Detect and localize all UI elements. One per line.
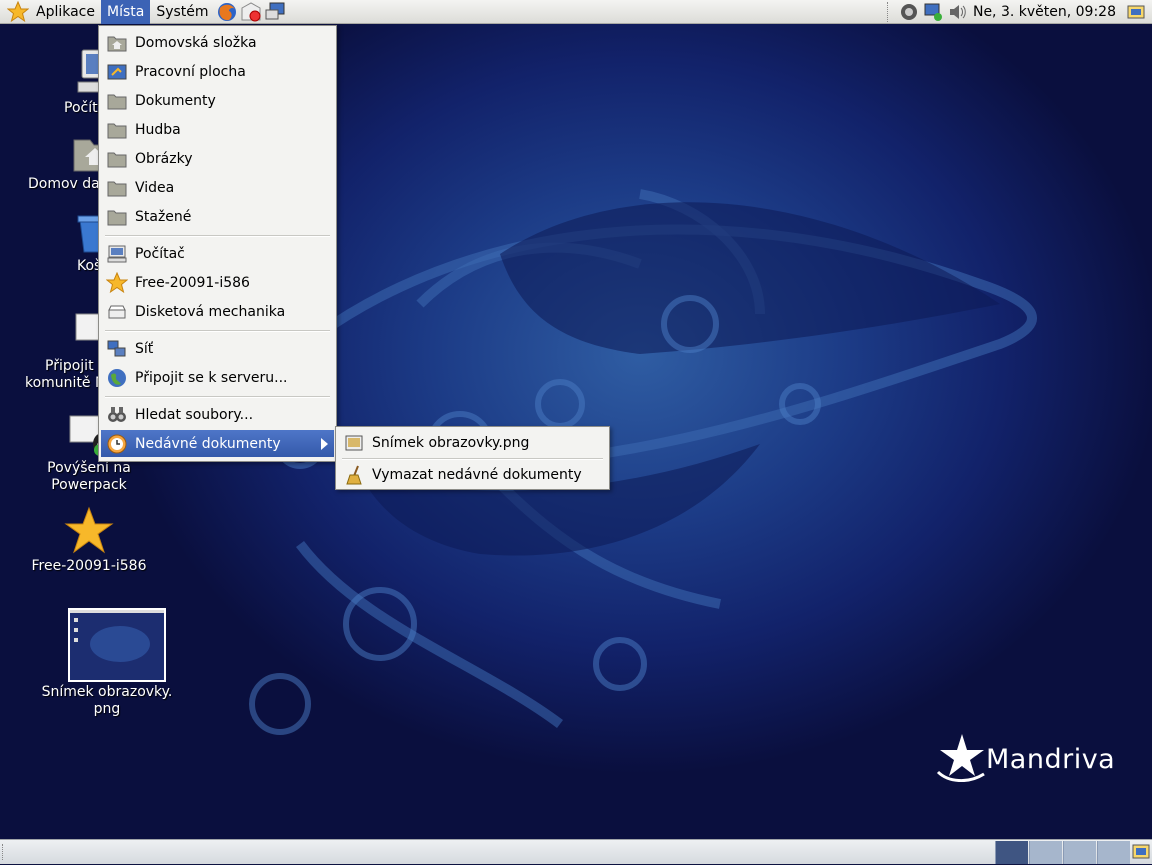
workspace-2[interactable] xyxy=(1029,841,1062,864)
places-menu: Domovská složka Pracovní plocha Dokument… xyxy=(98,25,337,462)
panel-handle[interactable] xyxy=(2,844,6,860)
trash-applet-icon[interactable] xyxy=(1132,843,1150,861)
menu-item-label: Disketová mechanika xyxy=(135,303,286,320)
mandriva-star-icon xyxy=(936,734,985,782)
menu-item-floppy[interactable]: Disketová mechanika xyxy=(101,298,334,325)
desktop-icon-free[interactable]: Free-20091-i586 xyxy=(14,506,164,575)
mandriva-star-menu-icon[interactable] xyxy=(6,0,30,24)
home-folder-icon xyxy=(106,32,128,54)
desktop-icon-label: png xyxy=(93,701,121,717)
network-icon xyxy=(106,338,128,360)
menu-item-label: Počítač xyxy=(135,245,185,262)
desktop-icon-label: Free-20091-i586 xyxy=(31,558,147,574)
star-icon xyxy=(64,506,114,556)
menu-item-connect-server[interactable]: Připojit se k serveru... xyxy=(101,364,334,391)
desktop-icon xyxy=(106,61,128,83)
volume-icon[interactable] xyxy=(945,0,969,24)
menu-item-label: Videa xyxy=(135,179,175,196)
menu-item-desktop[interactable]: Pracovní plocha xyxy=(101,58,334,85)
menu-item-search-files[interactable]: Hledat soubory... xyxy=(101,401,334,428)
menu-item-label: Free-20091-i586 xyxy=(135,274,250,291)
folder-icon xyxy=(106,119,128,141)
submenu-arrow-icon xyxy=(321,438,328,450)
menu-item-recent-file[interactable]: Snímek obrazovky.png xyxy=(338,429,607,456)
workspace-4[interactable] xyxy=(1097,841,1130,864)
clock[interactable]: Ne, 3. květen, 09:28 xyxy=(969,4,1124,20)
menu-item-home-folder[interactable]: Domovská složka xyxy=(101,29,334,56)
menu-item-label: Stažené xyxy=(135,208,192,225)
menu-item-music[interactable]: Hudba xyxy=(101,116,334,143)
top-panel: Aplikace Místa Systém Ne, 3. květen, 09:… xyxy=(0,0,1152,24)
panel-handle[interactable] xyxy=(886,2,891,22)
desktop-icon-screenshot[interactable]: Snímek obrazovky. png xyxy=(42,608,192,718)
menu-item-recent-documents[interactable]: Nedávné dokumenty xyxy=(101,430,334,457)
star-icon xyxy=(106,271,128,294)
recent-documents-submenu: Snímek obrazovky.png Vymazat nedávné dok… xyxy=(335,426,610,490)
menu-separator xyxy=(105,235,330,237)
menu-item-label: Vymazat nedávné dokumenty xyxy=(372,466,582,483)
show-desktop-icon[interactable] xyxy=(1124,0,1148,24)
mail-icon[interactable] xyxy=(239,0,263,24)
broom-icon xyxy=(343,464,365,486)
network-status-icon[interactable] xyxy=(921,0,945,24)
folder-icon xyxy=(106,206,128,228)
computer-icon xyxy=(106,243,128,265)
folder-icon xyxy=(106,148,128,170)
menu-item-label: Síť xyxy=(135,340,154,357)
desktop-icon-label: Snímek obrazovky. xyxy=(41,684,173,700)
folder-icon xyxy=(106,90,128,112)
menu-mista[interactable]: Místa xyxy=(101,0,151,24)
clock-icon xyxy=(106,433,128,455)
menu-item-free-volume[interactable]: Free-20091-i586 xyxy=(101,269,334,296)
search-icon xyxy=(106,404,128,426)
menu-item-label: Snímek obrazovky.png xyxy=(372,434,530,451)
menu-item-clear-recent[interactable]: Vymazat nedávné dokumenty xyxy=(338,461,607,488)
image-file-icon xyxy=(343,432,365,454)
remote-desktop-icon[interactable] xyxy=(263,0,287,24)
menu-item-computer[interactable]: Počítač xyxy=(101,240,334,267)
menu-item-label: Obrázky xyxy=(135,150,193,167)
desktop-icon-label: Povýšení na xyxy=(47,460,131,476)
menu-separator xyxy=(342,458,603,460)
menu-item-label: Pracovní plocha xyxy=(135,63,246,80)
desktop-icon-label: Powerpack xyxy=(51,477,127,493)
menu-item-downloads[interactable]: Stažené xyxy=(101,203,334,230)
menu-separator xyxy=(105,330,330,332)
image-thumbnail-icon xyxy=(68,608,166,682)
menu-aplikace[interactable]: Aplikace xyxy=(30,0,101,24)
menu-item-label: Hudba xyxy=(135,121,181,138)
menu-item-videos[interactable]: Videa xyxy=(101,174,334,201)
mandriva-logo: Mandriva xyxy=(934,732,1124,792)
menu-item-label: Připojit se k serveru... xyxy=(135,369,288,386)
menu-item-label: Nedávné dokumenty xyxy=(135,435,281,452)
floppy-drive-icon xyxy=(106,301,128,323)
menu-item-label: Dokumenty xyxy=(135,92,216,109)
workspace-1[interactable] xyxy=(995,841,1028,864)
workspace-3[interactable] xyxy=(1063,841,1096,864)
globe-icon xyxy=(106,367,128,389)
menu-item-label: Hledat soubory... xyxy=(135,406,254,423)
bottom-panel xyxy=(0,839,1152,864)
menu-item-pictures[interactable]: Obrázky xyxy=(101,145,334,172)
mandriva-wordmark: Mandriva xyxy=(986,744,1116,775)
system-tray: Ne, 3. květen, 09:28 xyxy=(886,0,1152,24)
menu-item-label: Domovská složka xyxy=(135,34,257,51)
menu-item-network[interactable]: Síť xyxy=(101,335,334,362)
update-applet-icon[interactable] xyxy=(897,0,921,24)
firefox-icon[interactable] xyxy=(215,0,239,24)
menu-item-documents[interactable]: Dokumenty xyxy=(101,87,334,114)
menu-separator xyxy=(105,396,330,398)
folder-icon xyxy=(106,177,128,199)
menu-system[interactable]: Systém xyxy=(150,0,214,24)
